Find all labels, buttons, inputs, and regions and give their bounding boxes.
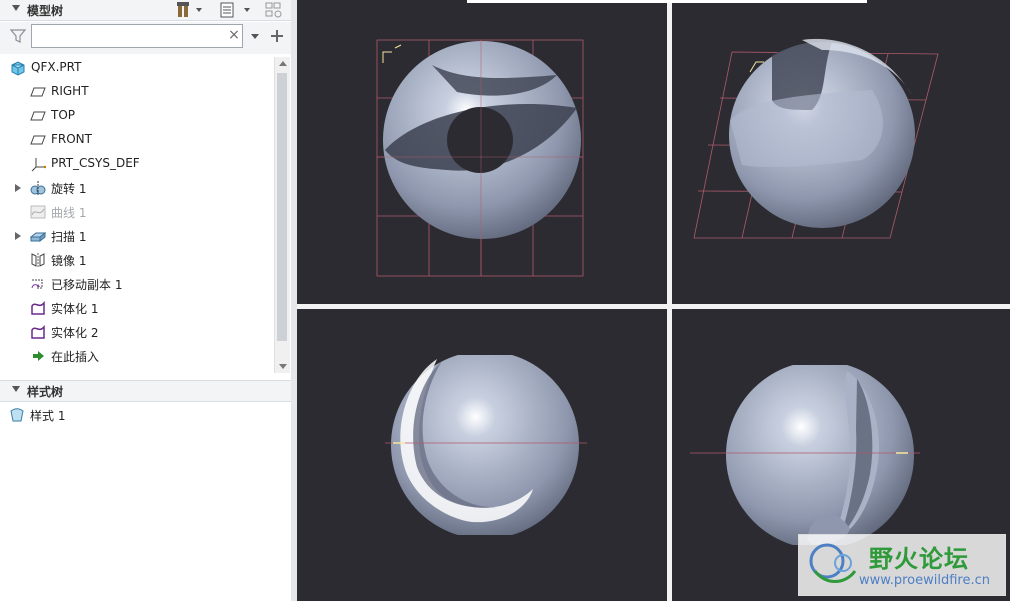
tree-item-front[interactable]: FRONT <box>7 129 273 151</box>
message-strip <box>467 0 867 3</box>
scroll-up-icon[interactable] <box>279 61 287 66</box>
style-icon <box>10 408 24 422</box>
revolve-icon <box>30 181 46 195</box>
sweep-icon <box>30 231 46 243</box>
expand-arrow-icon[interactable] <box>15 232 21 240</box>
viewport-bottom-left[interactable] <box>297 309 667 601</box>
add-filter-icon[interactable] <box>270 29 284 43</box>
solidify-icon <box>31 324 45 339</box>
tree-item-label: 已移动副本 1 <box>51 278 123 292</box>
filter-dropdown-icon[interactable] <box>250 33 260 41</box>
datum-plane-icon <box>30 135 46 145</box>
model-view-front <box>376 39 584 277</box>
tree-item-label: 样式 1 <box>30 409 66 423</box>
coordinate-system-icon <box>31 158 46 172</box>
curve-icon <box>30 205 46 219</box>
part-icon <box>11 61 25 76</box>
tree-item-insert-here[interactable]: 在此插入 <box>7 345 273 367</box>
datum-plane-icon <box>30 87 46 97</box>
tree-item-label: QFX.PRT <box>31 60 82 74</box>
model-tree-header[interactable]: 模型树 <box>0 0 291 21</box>
tree-item-label: RIGHT <box>51 84 89 98</box>
tree-item-style[interactable]: 样式 1 <box>7 404 273 426</box>
watermark-url: www.proewildfire.cn <box>859 573 990 588</box>
tree-item-label: 旋转 1 <box>51 182 87 196</box>
model-tree-scrollbar[interactable] <box>274 57 290 373</box>
model-tree-title: 模型树 <box>27 4 64 18</box>
tree-item-sweep[interactable]: 扫描 1 <box>7 225 273 247</box>
solidify-icon <box>31 300 45 315</box>
insert-here-icon <box>33 351 44 361</box>
filter-icon[interactable] <box>10 28 26 44</box>
model-tree-list: QFX.PRT RIGHT TOP FRONT PRT_CSYS_DEF 旋转 … <box>7 57 273 373</box>
datum-plane-icon <box>30 111 46 121</box>
tree-item-top[interactable]: TOP <box>7 105 273 127</box>
style-tree-list: 样式 1 <box>7 404 289 600</box>
viewport-divider-vertical[interactable] <box>667 0 672 601</box>
tree-item-revolve[interactable]: 旋转 1 <box>7 177 273 199</box>
forum-watermark: 野火论坛 www.proewildfire.cn <box>798 534 1006 596</box>
collapse-arrow-icon[interactable] <box>12 386 20 392</box>
watermark-title: 野火论坛 <box>869 545 969 573</box>
model-view-iso <box>693 38 939 239</box>
layers-icon <box>265 2 282 18</box>
collapse-arrow-icon[interactable] <box>12 5 20 11</box>
tree-item-solidify-1[interactable]: 实体化 1 <box>7 297 273 319</box>
tree-filter-input[interactable] <box>31 24 243 48</box>
tree-item-label: 实体化 2 <box>51 326 99 340</box>
tree-item-csys[interactable]: PRT_CSYS_DEF <box>7 153 273 175</box>
tree-item-label: 曲线 1 <box>51 206 87 220</box>
scroll-thumb[interactable] <box>277 73 287 341</box>
model-view-top <box>385 355 587 535</box>
tools-icon <box>177 2 202 17</box>
layer-tree-button[interactable] <box>263 1 287 19</box>
tree-item-mirror[interactable]: 镜像 1 <box>7 249 273 271</box>
csys-marker <box>382 44 402 63</box>
moved-copy-icon <box>31 279 43 289</box>
tree-item-label: 镜像 1 <box>51 254 87 268</box>
viewport-top-left[interactable] <box>297 0 667 304</box>
tree-item-label: 扫描 1 <box>51 230 87 244</box>
tree-item-moved-copy[interactable]: 已移动副本 1 <box>7 273 273 295</box>
tree-item-right[interactable]: RIGHT <box>7 81 273 103</box>
style-tree-title: 样式树 <box>27 385 64 399</box>
tree-item-label: 在此插入 <box>51 350 100 364</box>
tree-item-label: FRONT <box>51 132 92 146</box>
tree-item-solidify-2[interactable]: 实体化 2 <box>7 321 273 343</box>
model-tree-panel: 模型树 × QFX.PRT RIGHT TOP FRONT PRT_CSYS_D… <box>0 0 292 601</box>
viewport-top-right[interactable] <box>672 0 1010 304</box>
viewport-divider-horizontal[interactable] <box>297 304 1010 309</box>
tree-item-label: 实体化 1 <box>51 302 99 316</box>
style-tree-header[interactable]: 样式树 <box>0 380 291 402</box>
tree-settings-button[interactable] <box>176 1 204 19</box>
tree-show-button[interactable] <box>218 1 254 19</box>
forum-logo-icon <box>809 543 857 583</box>
mirror-icon <box>31 253 45 267</box>
expand-arrow-icon[interactable] <box>15 184 21 192</box>
list-icon <box>220 2 250 18</box>
tree-item-curve[interactable]: 曲线 1 <box>7 201 273 223</box>
clear-filter-icon[interactable]: × <box>226 26 242 44</box>
tree-item-label: TOP <box>51 108 76 122</box>
tree-item-part[interactable]: QFX.PRT <box>7 57 273 79</box>
scroll-down-icon[interactable] <box>279 364 287 369</box>
filter-row: × <box>0 22 291 54</box>
tree-item-label: PRT_CSYS_DEF <box>51 156 140 170</box>
